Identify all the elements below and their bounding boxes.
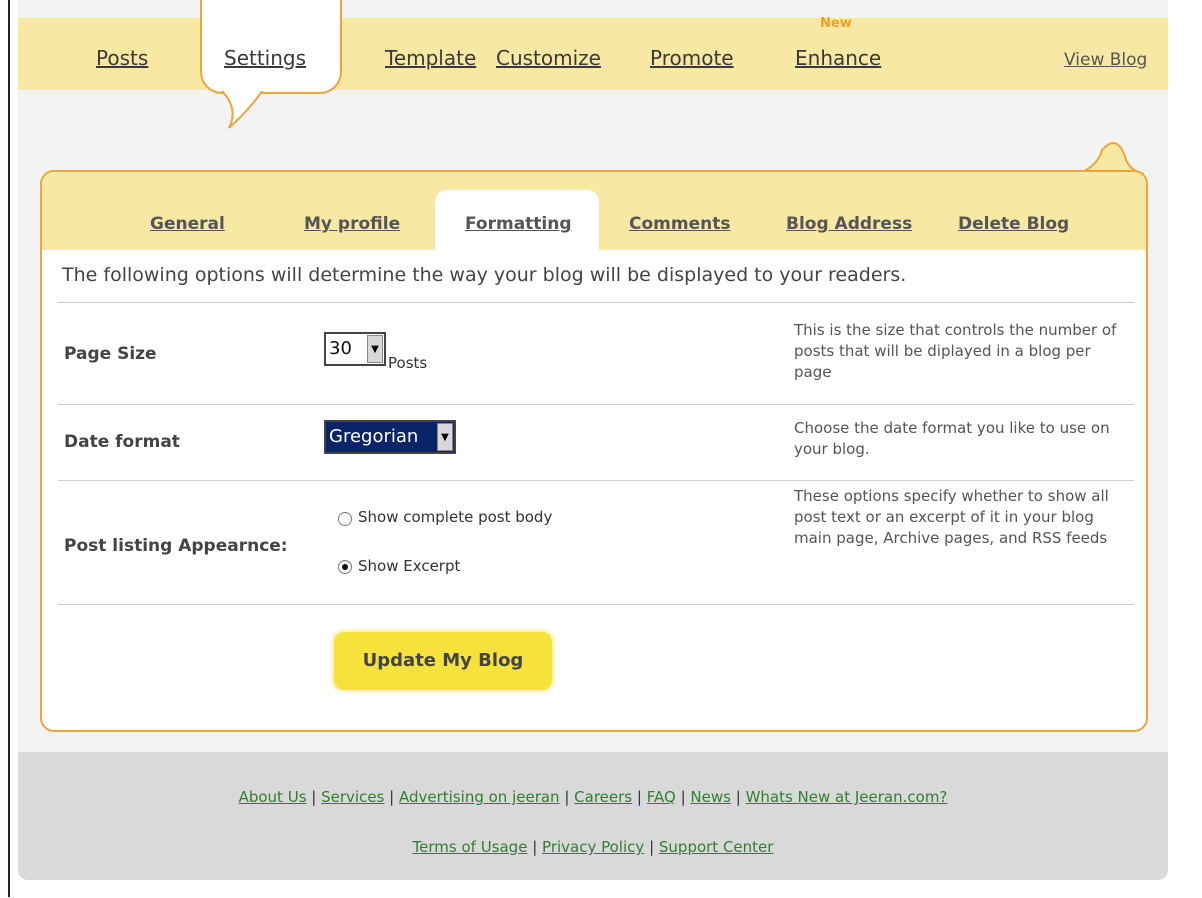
tab-formatting[interactable]: Formatting <box>465 214 572 234</box>
footer-link-advertising[interactable]: Advertising on jeeran <box>399 788 560 806</box>
date-format-select[interactable]: Gregorian ▼ <box>324 420 456 454</box>
footer-link-terms[interactable]: Terms of Usage <box>413 838 528 856</box>
view-blog-link[interactable]: View Blog <box>1064 50 1147 70</box>
footer-link-careers[interactable]: Careers <box>574 788 632 806</box>
radio-complete-post[interactable] <box>338 512 352 526</box>
radio-complete-post-label[interactable]: Show complete post body <box>358 508 552 526</box>
footer-link-privacy[interactable]: Privacy Policy <box>542 838 644 856</box>
update-my-blog-button[interactable]: Update My Blog <box>332 630 554 692</box>
page-size-description: This is the size that controls the numbe… <box>794 321 1117 381</box>
divider <box>58 302 1134 303</box>
tab-blog-address[interactable]: Blog Address <box>786 214 912 234</box>
tab-comments[interactable]: Comments <box>629 214 730 234</box>
bubble-tail-icon <box>219 88 267 129</box>
nav-promote[interactable]: Promote <box>650 46 734 70</box>
dropdown-arrow-icon[interactable]: ▼ <box>437 423 453 451</box>
nav-settings[interactable]: Settings <box>224 46 306 70</box>
date-format-value: Gregorian <box>329 426 419 447</box>
top-nav: Posts Template Customize Promote Enhance… <box>18 18 1168 90</box>
footer-link-news[interactable]: News <box>690 788 731 806</box>
post-listing-description: These options specify whether to show al… <box>794 487 1109 547</box>
radio-excerpt-label[interactable]: Show Excerpt <box>358 557 460 575</box>
nav-enhance[interactable]: Enhance <box>795 46 881 70</box>
page-size-label: Page Size <box>64 344 157 364</box>
divider <box>58 480 1134 481</box>
footer-link-support[interactable]: Support Center <box>659 838 774 856</box>
divider <box>58 604 1134 605</box>
footer-links-row-1: About Us | Services | Advertising on jee… <box>238 788 948 806</box>
footer-link-whats-new[interactable]: Whats New at Jeeran.com? <box>746 788 948 806</box>
tab-my-profile[interactable]: My profile <box>304 214 400 234</box>
date-format-description: Choose the date format you like to use o… <box>794 419 1110 458</box>
settings-panel: General My profile Formatting Comments B… <box>40 170 1148 732</box>
tab-delete-blog[interactable]: Delete Blog <box>958 214 1069 234</box>
divider <box>58 404 1134 405</box>
radio-excerpt[interactable] <box>338 560 352 574</box>
footer-link-faq[interactable]: FAQ <box>647 788 676 806</box>
nav-posts[interactable]: Posts <box>96 46 148 70</box>
sub-nav: General My profile Formatting Comments B… <box>42 172 1146 252</box>
intro-text: The following options will determine the… <box>62 264 907 286</box>
footer-link-about[interactable]: About Us <box>239 788 307 806</box>
date-format-label: Date format <box>64 432 180 452</box>
footer-links-row-2: Terms of Usage | Privacy Policy | Suppor… <box>412 838 774 856</box>
page-size-unit: Posts <box>388 354 428 372</box>
footer-link-services[interactable]: Services <box>321 788 384 806</box>
dropdown-arrow-icon[interactable]: ▼ <box>367 335 383 363</box>
page-size-select[interactable]: 30 ▼ <box>324 332 386 366</box>
nav-template[interactable]: Template <box>385 46 476 70</box>
tab-general[interactable]: General <box>150 214 225 234</box>
new-badge: New <box>820 16 852 31</box>
page-size-value: 30 <box>329 338 352 359</box>
page: Posts Template Customize Promote Enhance… <box>18 0 1168 880</box>
post-listing-label: Post listing Appearnce: <box>64 536 288 556</box>
footer: About Us | Services | Advertising on jee… <box>18 752 1168 880</box>
nav-customize[interactable]: Customize <box>496 46 601 70</box>
